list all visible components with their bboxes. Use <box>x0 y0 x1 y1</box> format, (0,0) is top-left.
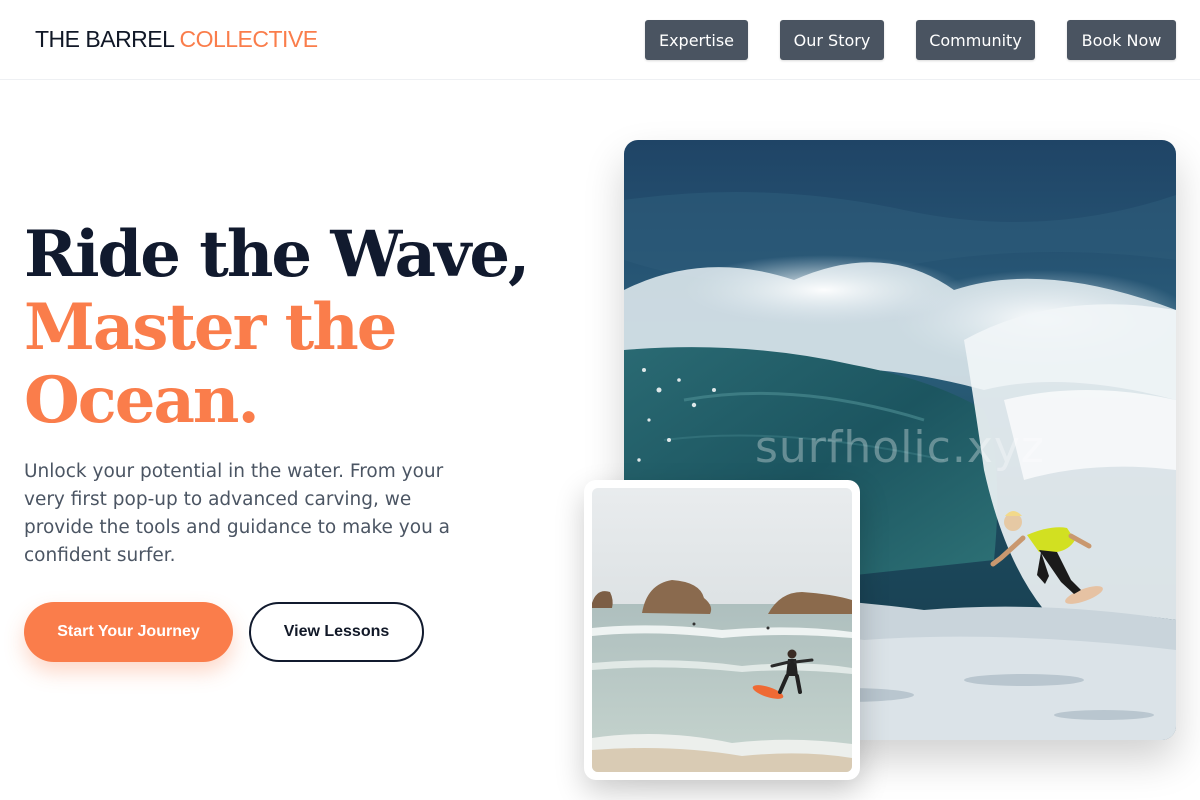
start-journey-button[interactable]: Start Your Journey <box>24 602 233 662</box>
beach-surfer-photo-card <box>584 480 860 780</box>
brand-name-primary: THE BARREL <box>35 26 174 52</box>
site-header: THE BARREL COLLECTIVE Expertise Our Stor… <box>0 0 1200 80</box>
view-lessons-button[interactable]: View Lessons <box>249 602 424 662</box>
hero-headline: Ride the Wave, Master the Ocean. <box>24 218 584 437</box>
nav-book-now-button[interactable]: Book Now <box>1067 20 1176 60</box>
brand-name-accent: COLLECTIVE <box>179 26 318 52</box>
beach-surfer-photo <box>592 488 852 772</box>
hero-intro-text: Unlock your potential in the water. From… <box>24 461 451 566</box>
nav-expertise-button[interactable]: Expertise <box>645 20 748 60</box>
nav-our-story-button[interactable]: Our Story <box>780 20 884 60</box>
headline-line-1: Ride the Wave, <box>24 217 530 292</box>
photo-watermark: surfholic.xyz <box>755 422 1045 473</box>
nav-community-button[interactable]: Community <box>916 20 1035 60</box>
headline-line-3: Ocean. <box>24 363 260 438</box>
headline-line-2: Master the <box>24 290 397 365</box>
brand-logo[interactable]: THE BARREL COLLECTIVE <box>35 26 318 53</box>
